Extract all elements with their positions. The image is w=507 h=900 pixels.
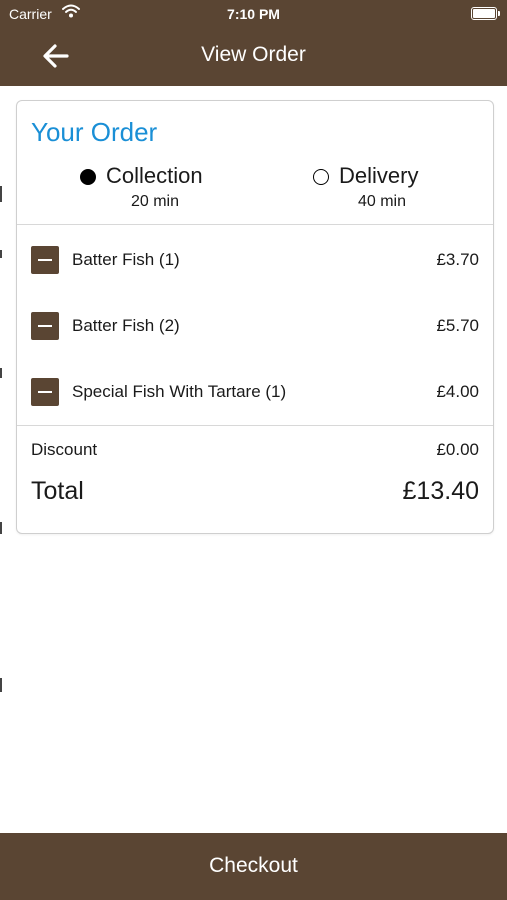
item-price: £5.70 <box>436 316 479 335</box>
list-item: Special Fish With Tartare (1) £4.00 <box>31 378 479 414</box>
checkout-label: Checkout <box>209 854 298 877</box>
remove-item-button[interactable] <box>31 312 59 340</box>
option-label: Collection <box>106 163 203 188</box>
total-value: £13.40 <box>402 477 479 505</box>
list-item: Batter Fish (2) £5.70 <box>31 312 479 348</box>
item-price: £3.70 <box>436 250 479 269</box>
discount-value: £0.00 <box>436 440 479 459</box>
status-bar: Carrier 7:10 PM <box>0 0 507 28</box>
item-name: Batter Fish (2) <box>72 316 180 335</box>
option-label: Delivery <box>339 163 419 188</box>
item-price: £4.00 <box>436 382 479 401</box>
status-time: 7:10 PM <box>227 6 280 22</box>
checkout-button[interactable]: Checkout <box>0 833 507 900</box>
remove-item-button[interactable] <box>31 378 59 406</box>
radio-unselected-icon <box>313 169 329 185</box>
total-label: Total <box>31 477 84 505</box>
option-time: 40 min <box>357 193 407 210</box>
background-content-edge <box>0 150 3 730</box>
divider <box>17 425 493 426</box>
discount-label: Discount <box>31 440 98 459</box>
remove-item-button[interactable] <box>31 246 59 274</box>
list-item: Batter Fish (1) £3.70 <box>31 246 479 282</box>
item-name: Batter Fish (1) <box>72 250 180 269</box>
battery-icon <box>471 7 500 20</box>
item-name: Special Fish With Tartare (1) <box>72 382 287 401</box>
order-heading: Your Order <box>31 117 158 147</box>
order-card: Your Order Collection 20 min Delivery 40… <box>16 100 494 534</box>
option-time: 20 min <box>130 193 180 210</box>
page-title: View Order <box>201 43 306 66</box>
radio-selected-icon <box>80 169 96 185</box>
navigation-bar: Carrier 7:10 PM View Order <box>0 0 507 86</box>
divider <box>17 224 493 225</box>
